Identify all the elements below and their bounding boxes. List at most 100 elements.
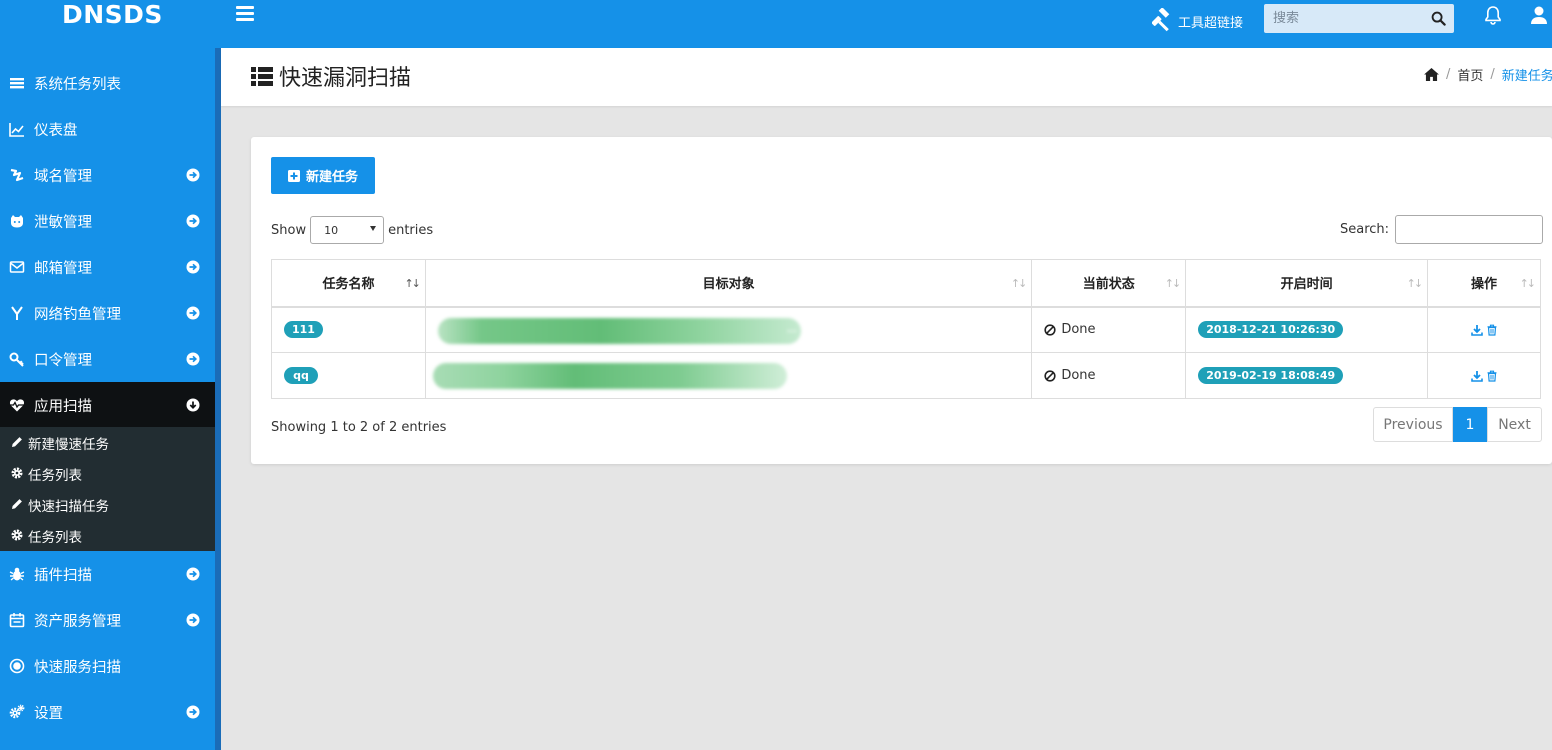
- row-actions: [1428, 324, 1540, 336]
- new-task-button[interactable]: 新建任务: [271, 157, 375, 194]
- sidebar-item-app-scan[interactable]: 应用扫描: [0, 382, 215, 428]
- arrow-circle-down-icon: [186, 398, 200, 412]
- app-scan-submenu: 新建慢速任务 任务列表 快速扫描任务 任务列表: [0, 427, 215, 551]
- page-length-select[interactable]: 10: [310, 216, 385, 244]
- sidebar-item-label: 仪表盘: [34, 122, 78, 139]
- task-name-cell: qq: [271, 352, 426, 399]
- next-page-button[interactable]: Next: [1487, 407, 1542, 442]
- sidebar-item-label: 系统任务列表: [34, 76, 121, 93]
- page-title: 快速漏洞扫描: [251, 60, 411, 92]
- heartbeat-icon: [9, 399, 25, 412]
- submenu-item-label: 新建慢速任务: [28, 436, 109, 453]
- sidebar-item-password[interactable]: 口令管理: [0, 336, 215, 382]
- sidebar-item-label: 域名管理: [34, 168, 92, 185]
- download-icon[interactable]: [1470, 324, 1483, 336]
- sort-icon: ↑↓: [1010, 277, 1028, 290]
- ban-icon: [1044, 369, 1056, 382]
- new-task-button-label: 新建任务: [305, 170, 358, 185]
- map-icon: [10, 168, 24, 182]
- submenu-item-quick-scan-task[interactable]: 快速扫描任务: [0, 489, 215, 520]
- pagination: Previous 1 Next: [1373, 407, 1542, 442]
- arrow-circle-right-icon: [186, 567, 200, 581]
- page-title-text: 快速漏洞扫描: [279, 66, 412, 91]
- header-search-input[interactable]: [1264, 4, 1424, 33]
- arrow-circle-right-icon: [186, 260, 200, 274]
- header-search: [1264, 4, 1454, 33]
- submenu-item-label: 任务列表: [28, 467, 82, 484]
- page-1-button[interactable]: 1: [1453, 407, 1487, 442]
- redacted-target: ...: [437, 317, 801, 344]
- task-name-badge[interactable]: qq: [284, 367, 318, 384]
- submenu-item-task-list-2[interactable]: 任务列表: [0, 520, 215, 551]
- gear-icon: [11, 529, 23, 541]
- sidebar-item-quick-service-scan[interactable]: 快速服务扫描: [0, 643, 215, 689]
- sidebar-item-plugin-scan[interactable]: 插件扫描: [0, 551, 215, 597]
- trash-icon[interactable]: [1486, 324, 1498, 336]
- brand-logo[interactable]: DNSDS: [62, 0, 163, 30]
- row-actions: [1428, 370, 1540, 382]
- sidebar-item-label: 口令管理: [34, 352, 92, 369]
- sidebar-item-leak[interactable]: 泄敏管理: [0, 198, 215, 244]
- previous-page-button[interactable]: Previous: [1373, 407, 1453, 442]
- table-search-input[interactable]: [1395, 215, 1544, 244]
- line-chart-icon: [9, 123, 24, 137]
- task-name-badge[interactable]: 111: [284, 321, 323, 339]
- bug-icon: [9, 567, 25, 581]
- user-icon[interactable]: [1530, 5, 1548, 25]
- status-text: Done: [1061, 368, 1096, 383]
- sidebar: 系统任务列表 仪表盘 域名管理 泄敏管理 邮箱管理 网络钓鱼管理 口令管理 应用…: [0, 48, 215, 750]
- sidebar-item-label: 资产服务管理: [34, 613, 121, 630]
- sidebar-item-label: 设置: [34, 705, 63, 722]
- home-icon[interactable]: [1424, 68, 1439, 81]
- tool-link-label: 工具超链接: [1178, 16, 1244, 31]
- sidebar-item-label: 泄敏管理: [34, 214, 92, 231]
- entries-label: entries: [388, 222, 434, 238]
- tool-link[interactable]: 工具超链接: [1152, 8, 1243, 32]
- sidebar-toggle-icon[interactable]: [236, 6, 254, 22]
- pencil-icon: [12, 437, 22, 447]
- status-cell: Done: [1031, 306, 1187, 353]
- show-label: Show: [271, 222, 307, 238]
- sidebar-item-system-tasks[interactable]: 系统任务列表: [0, 60, 215, 106]
- target-cell: ...: [424, 306, 1033, 353]
- dot-circle-icon: [9, 658, 25, 674]
- breadcrumb: / 首页 / 新建任务: [1424, 65, 1552, 84]
- column-header-target[interactable]: 目标对象 ↑↓: [424, 259, 1033, 308]
- bell-icon[interactable]: [1484, 5, 1502, 25]
- column-header-status[interactable]: 当前状态 ↑↓: [1031, 259, 1187, 308]
- column-header-label: 开启时间: [1280, 277, 1333, 293]
- column-header-actions[interactable]: 操作 ↑↓: [1427, 259, 1541, 308]
- target-cell: [424, 352, 1033, 399]
- sidebar-item-domain[interactable]: 域名管理: [0, 152, 215, 198]
- list-icon: [10, 78, 24, 89]
- column-header-label: 操作: [1471, 277, 1498, 293]
- table-row: qq Done 2019-02-19 18:08:49: [271, 352, 1541, 399]
- breadcrumb-home[interactable]: 首页: [1457, 65, 1483, 84]
- redacted-ellipsis: ...: [786, 324, 797, 335]
- column-header-task-name[interactable]: 任务名称 ↑↓: [271, 259, 426, 308]
- sidebar-item-settings[interactable]: 设置: [0, 689, 215, 735]
- sidebar-item-dashboard[interactable]: 仪表盘: [0, 106, 215, 152]
- top-navbar: DNSDS 工具超链接: [0, 0, 1552, 48]
- sidebar-item-mail[interactable]: 邮箱管理: [0, 244, 215, 290]
- submenu-item-task-list[interactable]: 任务列表: [0, 458, 215, 489]
- breadcrumb-current: 新建任务: [1501, 69, 1552, 84]
- submenu-item-new-slow-task[interactable]: 新建慢速任务: [0, 427, 215, 458]
- caret-down-icon: [370, 226, 377, 231]
- task-name-cell: 111: [271, 306, 426, 353]
- sidebar-item-label: 快速服务扫描: [34, 659, 121, 676]
- gear-icon: [11, 467, 23, 479]
- status: Done: [1044, 322, 1185, 337]
- task-table: 任务名称 ↑↓ 目标对象 ↑↓ 当前状态 ↑↓ 开启时间 ↑↓ 操作 ↑↓ 111 ...…: [271, 259, 1541, 399]
- trash-icon[interactable]: [1486, 370, 1498, 382]
- github-icon: [11, 215, 23, 228]
- sort-icon: ↑↓: [1519, 277, 1537, 290]
- sidebar-scroll-edge: [215, 48, 221, 750]
- submenu-item-label: 快速扫描任务: [28, 498, 109, 515]
- status: Done: [1044, 368, 1185, 383]
- search-icon[interactable]: [1431, 11, 1446, 26]
- sidebar-item-asset-service[interactable]: 资产服务管理: [0, 597, 215, 643]
- sidebar-item-phishing[interactable]: 网络钓鱼管理: [0, 290, 215, 336]
- column-header-start-time[interactable]: 开启时间 ↑↓: [1185, 259, 1429, 308]
- download-icon[interactable]: [1470, 370, 1483, 382]
